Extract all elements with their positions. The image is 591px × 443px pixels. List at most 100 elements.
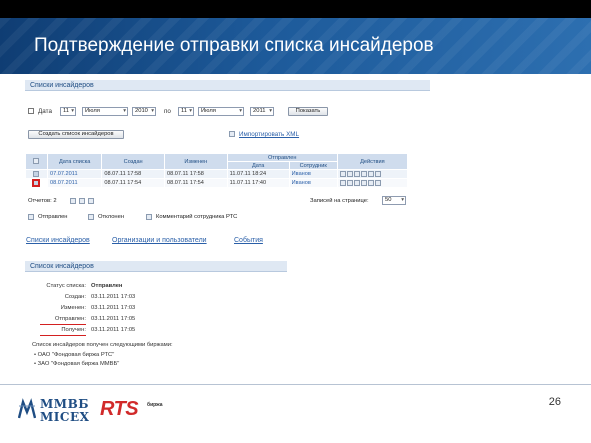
changed-value: 03.11.2011 17:03 [91,305,136,311]
to-day-select[interactable]: 11 [178,107,194,116]
delete-icon[interactable] [367,179,374,186]
employee-cell[interactable]: Иванов [288,178,338,188]
copy-icon[interactable] [353,179,360,186]
show-button[interactable]: Показать [288,107,328,116]
insider-lists-table: Дата списка Создан Изменен Отправлен Дей… [25,153,409,188]
app-screenshot: Списки инсайдеров Дата 11 Июля 2010 по 1… [20,74,434,374]
from-year-select[interactable]: 2010 [132,107,156,116]
date-label: Дата [38,108,52,115]
nav-orgs-link[interactable]: Организации и пользователи [112,237,207,244]
exchange-name: ЗАО "Фондовая биржа ММВБ" [37,361,120,367]
top-black-bar [0,0,591,18]
reports-count: Отчетов: 2 [28,198,57,204]
sent-date-header[interactable]: Дата [226,161,290,170]
created-cell: 08.07.11 17:58 [101,169,165,179]
list-row-icon[interactable] [33,170,39,177]
changed-header[interactable]: Изменен [163,153,228,170]
send-icon[interactable] [360,170,367,177]
exchange-item: • ОАО "Фондовая биржа РТС" [34,352,115,358]
lists-section-title: Списки инсайдеров [30,82,94,89]
exchange-item: • ЗАО "Фондовая биржа ММВБ" [34,361,120,367]
row-select-cell[interactable] [25,178,48,188]
received-note: Список инсайдеров получен следующими бир… [32,342,173,348]
mmvb-logo: ММВБ MICEX [18,395,96,425]
received-underline [40,335,86,336]
to-year-select[interactable]: 2011 [250,107,274,116]
sent-value: 03.11.2011 17:05 [91,316,136,322]
sent-date-cell: 11.07.11 18:24 [226,169,290,179]
exchange-name: ОАО "Фондовая биржа РТС" [37,352,115,358]
list-date-cell[interactable]: 08.07.2011 [46,178,103,188]
created-cell: 08.07.11 17:54 [101,178,165,188]
comment-legend-icon [146,214,152,220]
rts-logo: RTS биржа [100,398,170,424]
nav-lists-link[interactable]: Списки инсайдеров [26,237,90,244]
import-xml-link[interactable]: Импортировать XML [239,131,299,138]
footer-divider [0,384,591,385]
list-date-cell[interactable]: 07.07.2011 [46,169,103,179]
from-day-select[interactable]: 11 [60,107,76,116]
print-icon[interactable] [374,170,381,177]
status-value: Отправлен [91,283,123,289]
print-icon[interactable] [374,179,381,186]
actions-header: Действия [336,153,409,170]
sent-date-cell: 11.07.11 17:40 [226,178,290,188]
sent-key: Отправлен: [54,316,86,322]
rts-logo-text: RTS [100,398,139,420]
actions-cell [336,169,409,179]
table-header-row: Дата списка Создан Изменен Отправлен Дей… [25,153,409,170]
received-key: Получен: [61,327,86,333]
view-icon[interactable] [339,179,346,186]
rejected-legend-label: Отклонен [98,214,125,220]
slide-title: Подтверждение отправки списка инсайдеров [34,35,434,56]
edit-icon[interactable] [346,170,353,177]
list-date-header[interactable]: Дата списка [46,153,103,170]
date-filter-checkbox[interactable] [28,108,34,114]
detail-section-title: Список инсайдеров [30,263,94,270]
employee-cell[interactable]: Иванов [288,169,338,179]
comment-legend-label: Комментарий сотрудника РТС [156,214,238,220]
table-row[interactable]: 08.07.2011 08.07.11 17:54 08.07.11 17:54… [25,178,409,188]
to-label: по [164,108,171,115]
sent-legend-label: Отправлен [38,214,68,220]
created-key: Создан: [64,294,86,300]
highlighted-list-icon[interactable] [32,178,40,187]
send-icon[interactable] [360,179,367,186]
detail-section-header: Список инсайдеров [25,261,287,272]
mmvb-emblem-icon [18,398,36,419]
first-page-icon[interactable] [70,198,76,204]
created-header[interactable]: Создан [101,153,165,170]
copy-icon[interactable] [353,170,360,177]
actions-cell [336,178,409,188]
status-key: Статус списка: [46,283,86,289]
view-icon[interactable] [339,170,346,177]
mmvb-logo-text: ММВБ [40,397,89,411]
to-month-select[interactable]: Июля [198,107,244,116]
rts-logo-subtext: биржа [147,402,163,408]
create-list-button[interactable]: Создать список инсайдеров [28,130,124,139]
xml-import-icon [229,131,235,137]
per-page-label: Записей на странице: [310,198,369,204]
micex-logo-text: MICEX [40,410,90,424]
nav-events-link[interactable]: События [234,237,263,244]
delete-icon[interactable] [367,170,374,177]
sent-legend-icon [28,214,34,220]
created-value: 03.11.2011 17:03 [91,294,136,300]
sent-underline [40,324,86,325]
changed-key: Изменен: [60,305,86,311]
received-value: 03.11.2011 17:05 [91,327,136,333]
next-page-icon[interactable] [88,198,94,204]
sent-header: Отправлен [226,153,338,162]
select-column-header [25,153,48,170]
changed-cell: 08.07.11 17:54 [163,178,228,188]
row-select-cell[interactable] [25,169,48,179]
page-number: 26 [548,396,561,408]
from-month-select[interactable]: Июля [82,107,128,116]
prev-page-icon[interactable] [79,198,85,204]
per-page-select[interactable]: 50 [382,196,406,205]
sent-employee-header[interactable]: Сотрудник [288,161,338,170]
rejected-legend-icon [88,214,94,220]
edit-icon[interactable] [346,179,353,186]
lists-section-header: Списки инсайдеров [25,80,430,91]
table-row[interactable]: 07.07.2011 08.07.11 17:58 08.07.11 17:58… [25,169,409,179]
